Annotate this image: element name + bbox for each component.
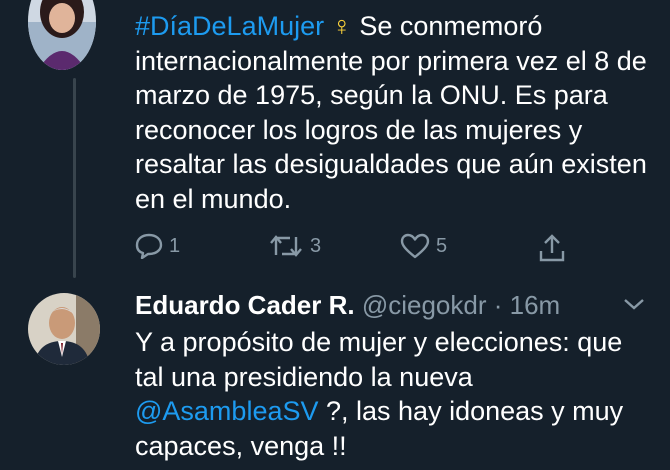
tweet2-text: Y a propósito de mujer y elecciones: que… [135, 325, 655, 463]
tweet2-text-before: Y a propósito de mujer y elecciones: que… [135, 327, 623, 392]
hashtag-link[interactable]: #DíaDeLaMujer [135, 11, 324, 41]
reply-count: 1 [169, 234, 181, 257]
like-count: 5 [436, 234, 448, 257]
share-button[interactable] [538, 233, 566, 263]
avatar-tweet1[interactable] [28, 0, 96, 70]
header-separator: · [486, 290, 510, 320]
reply-icon [135, 233, 163, 259]
like-button[interactable]: 5 [400, 233, 447, 259]
thread-line [73, 78, 76, 278]
like-icon [400, 233, 430, 259]
chevron-down-icon [624, 299, 644, 310]
avatar-tweet2[interactable] [28, 293, 100, 365]
reply-button[interactable]: 1 [135, 233, 180, 259]
share-icon [539, 234, 565, 262]
tweet-time[interactable]: 16m [510, 290, 561, 320]
tweet2-header: Eduardo Cader R. @ciegokdr · 16m [135, 289, 560, 321]
tweet1-body: Se conmemoró internacionalmente por prim… [135, 11, 647, 214]
retweet-icon [270, 235, 302, 257]
author-handle[interactable]: @ciegokdr [362, 290, 487, 320]
retweet-count: 3 [310, 234, 322, 257]
venus-emoji: ♀ [331, 11, 352, 41]
mention-link[interactable]: @AsambleaSV [135, 396, 319, 426]
author-name[interactable]: Eduardo Cader R. [135, 290, 355, 320]
retweet-button[interactable]: 3 [268, 233, 321, 259]
tweet1-text: #DíaDeLaMujer ♀ Se conmemoró internacion… [135, 9, 655, 216]
more-options-button[interactable] [622, 296, 646, 317]
tweet1-actions: 1 3 5 [135, 233, 575, 267]
